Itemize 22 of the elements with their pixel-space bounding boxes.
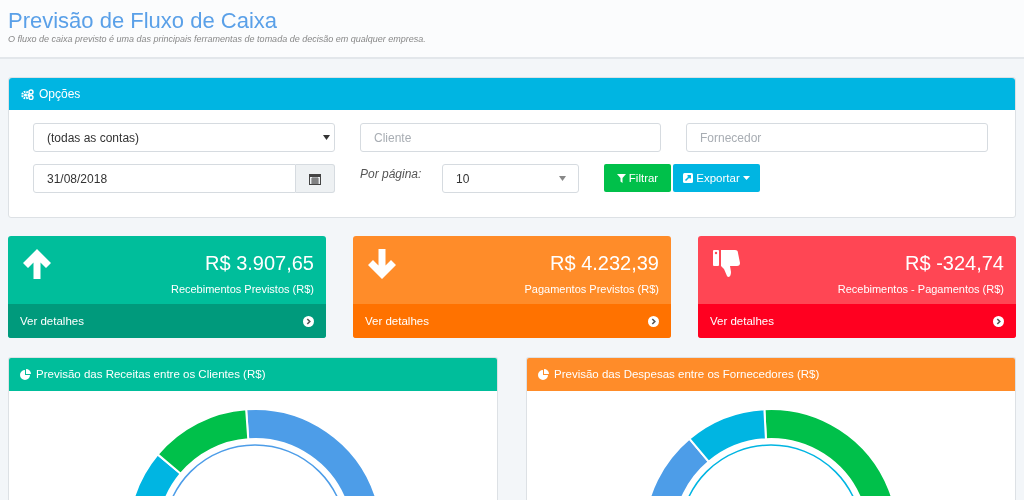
amount-label: Recebimentos - Pagamentos (R$) xyxy=(837,283,1004,295)
per-page-select[interactable]: 10 xyxy=(442,164,579,193)
details-link[interactable]: Ver detalhes xyxy=(353,304,671,338)
amount-label: Recebimentos Previstos (R$) xyxy=(170,283,314,295)
supplier-field[interactable]: Fornecedor xyxy=(686,123,988,152)
details-link[interactable]: Ver detalhes xyxy=(698,304,1016,338)
panel-title: Previsão das Receitas entre os Clientes (R$) xyxy=(36,368,266,380)
amount-value: R$ 3.907,65 xyxy=(204,251,314,276)
page-subtitle: O fluxo de caixa previsto é uma das principais ferramentas de tomada de decisão em qualquer empresa. xyxy=(8,34,427,44)
date-field[interactable]: 31/08/2018 xyxy=(33,164,296,193)
details-link[interactable]: Ver detalhes xyxy=(8,304,326,338)
per-page-label: Por página: xyxy=(360,166,423,181)
amount-label: Pagamentos Previstos (R$) xyxy=(524,283,659,295)
page-title: Previsão de Fluxo de Caixa xyxy=(8,9,279,33)
account-select[interactable]: (todas as contas) xyxy=(33,123,335,152)
amount-value: R$ -324,74 xyxy=(904,251,1004,276)
amount-value: R$ 4.232,39 xyxy=(549,251,659,276)
panel-title: Previsão das Despesas entre os Fornecedores (R$) xyxy=(554,368,820,380)
client-field[interactable]: Cliente xyxy=(360,123,661,152)
panel-title: Opções xyxy=(39,87,81,101)
export-button[interactable]: Exportar xyxy=(673,164,760,192)
filter-button[interactable]: Filtrar xyxy=(604,164,671,192)
